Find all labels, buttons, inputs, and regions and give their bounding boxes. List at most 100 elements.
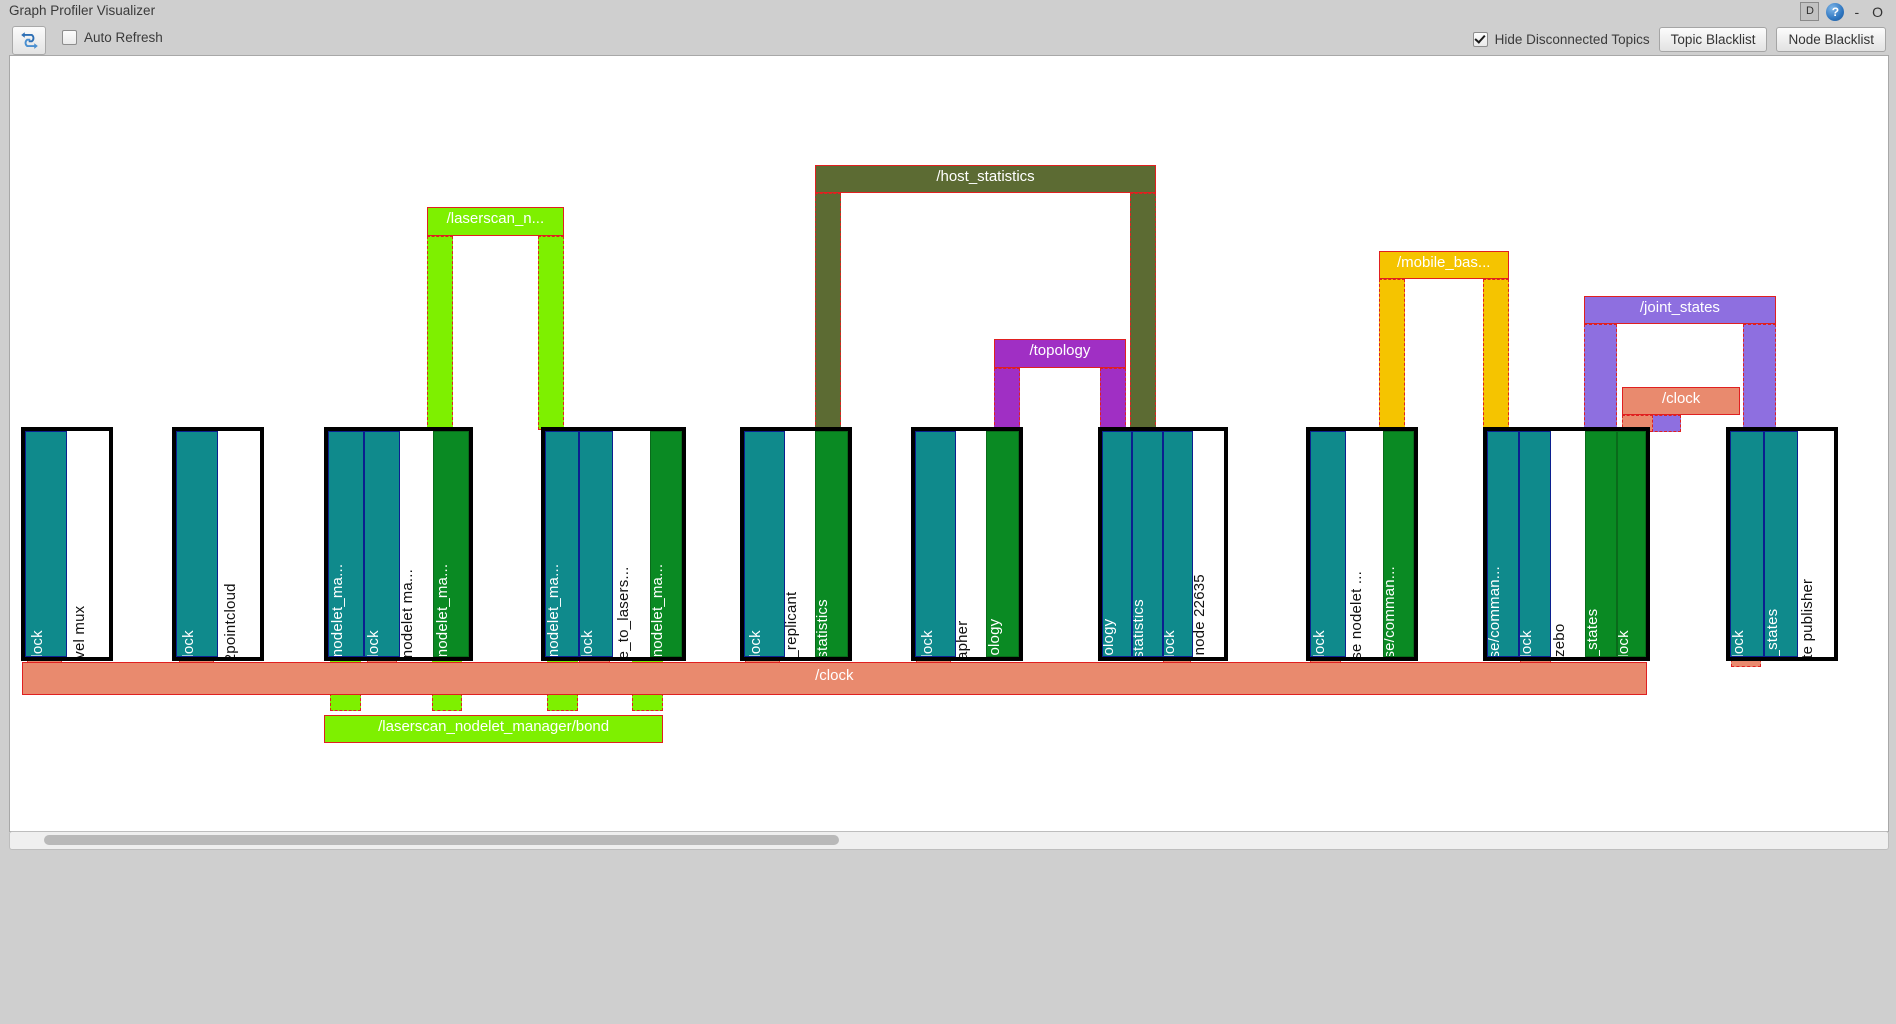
topic-label: /laserscan_nodelet_manager/bond <box>378 718 610 734</box>
port-label: /topology <box>1101 618 1117 656</box>
node-port-out[interactable]: /clock <box>1616 430 1647 657</box>
node-inner: /mobile_base/comman... /clock/gazebo/join… <box>1486 430 1647 657</box>
hide-disconnected-control[interactable]: Hide Disconnected Topics <box>1472 32 1650 47</box>
node-port-body[interactable]: /profiler_replicant <box>785 430 815 657</box>
node-port-body[interactable]: /gazebo <box>1550 430 1585 657</box>
minimize-button[interactable]: - <box>1851 3 1862 21</box>
port-label: /laserscan_nodelet_ma... <box>328 563 346 657</box>
node-port-in[interactable]: /host_statistics <box>1132 430 1163 657</box>
node-port-body[interactable]: /bumper2pointcloud <box>217 430 260 657</box>
auto-refresh-checkbox[interactable] <box>62 30 77 45</box>
auto-refresh-control[interactable]: Auto Refresh <box>62 30 163 45</box>
node-port-in[interactable]: /laserscan_nodelet_ma... <box>545 430 580 657</box>
topic-bar--clock[interactable]: /clock <box>1622 386 1741 416</box>
topic-leg <box>1742 324 1776 431</box>
node-inner: /topology/host_statistics/clock/rqt gui … <box>1101 430 1224 657</box>
node-port-in[interactable]: /laserscan_nodelet_ma... <box>328 430 364 657</box>
node-port-in[interactable]: /clock <box>363 430 400 657</box>
scrollbar-thumb[interactable] <box>44 835 839 845</box>
hide-disconnected-checkbox[interactable] <box>1472 32 1488 47</box>
topic-label: /joint_states <box>1639 299 1720 315</box>
node-port-body[interactable]: /cmd vel mux <box>66 430 109 657</box>
refresh-button[interactable] <box>12 26 46 55</box>
node-inner: /laserscan_nodelet_ma... /clock/depthimag… <box>545 430 682 657</box>
node-port-out[interactable]: /topology <box>986 430 1020 657</box>
node-inner: /clock/mobile base nodelet ... /mobile_ba… <box>1309 430 1414 657</box>
toolbar: Auto Refresh Hide Disconnected Topics To… <box>0 24 1896 55</box>
port-label: /joint_states <box>1763 608 1781 657</box>
port-label: /profiler_replicant <box>785 591 800 657</box>
node-port-body[interactable]: /laserscan nodelet ma... <box>399 430 434 657</box>
node-port-body[interactable]: /rqt gui py node 22635 <box>1192 430 1224 657</box>
graph-node[interactable]: /laserscan_nodelet_ma... /clock/laserscan… <box>324 426 473 661</box>
title-bar: Graph Profiler Visualizer D ? - O <box>0 0 1896 24</box>
port-label: /topology <box>986 618 1003 657</box>
node-port-in[interactable]: /clock <box>1518 430 1551 657</box>
topic-leg <box>426 235 453 431</box>
hide-disconnected-label: Hide Disconnected Topics <box>1494 32 1650 47</box>
node-port-out[interactable]: /host_statistics <box>814 430 849 657</box>
node-port-body[interactable]: /depthimage_to_lasers... <box>613 430 650 657</box>
node-port-in[interactable]: /clock <box>1729 430 1764 657</box>
node-port-in[interactable]: /clock <box>915 430 957 657</box>
horizontal-scrollbar[interactable] <box>9 831 1889 850</box>
topic-leg <box>1100 367 1127 431</box>
node-port-in[interactable]: /topology <box>1101 430 1133 657</box>
node-port-in[interactable]: /clock <box>743 430 785 657</box>
graph-node[interactable]: /clock/bumper2pointcloud <box>171 426 264 661</box>
topic-bar--laserscan-n-[interactable]: /laserscan_n... <box>426 207 564 236</box>
node-port-body[interactable]: /robot state publisher <box>1797 430 1835 657</box>
node-port-in[interactable]: /clock <box>175 430 218 657</box>
auto-refresh-label: Auto Refresh <box>84 30 163 45</box>
page-title: Graph Profiler Visualizer <box>9 3 156 18</box>
node-port-in[interactable]: /clock <box>579 430 614 657</box>
port-label: /depthimage_to_lasers... <box>614 566 632 657</box>
graph-node[interactable]: /clock/profiler_replicant/host_statistic… <box>739 426 853 661</box>
node-port-body[interactable]: /Grapher <box>956 430 987 657</box>
node-port-out[interactable]: /joint_states <box>1584 430 1617 657</box>
node-port-out[interactable]: /mobile_base/comman... <box>1382 430 1414 657</box>
node-port-out[interactable]: /laserscan_nodelet_ma... <box>433 430 469 657</box>
topic-bar--joint-states[interactable]: /joint_states <box>1584 295 1776 325</box>
node-port-in[interactable]: /joint_states <box>1763 430 1798 657</box>
port-label: /clock <box>579 629 597 657</box>
port-label: /laserscan_nodelet_ma... <box>649 563 666 657</box>
node-inner: /clock/bumper2pointcloud <box>175 430 260 657</box>
graph-node[interactable]: /clock/mobile base nodelet ... /mobile_ba… <box>1305 426 1418 661</box>
node-port-in[interactable]: /mobile_base/comman... <box>1486 430 1519 657</box>
graph-canvas[interactable]: /clock/laserscan_n... /laserscan_nodelet_… <box>9 55 1889 832</box>
graph-node[interactable]: /mobile_base/comman... /clock/gazebo/join… <box>1482 426 1651 661</box>
port-label: /Grapher <box>956 620 972 656</box>
node-blacklist-button[interactable]: Node Blacklist <box>1776 27 1886 52</box>
help-icon[interactable]: ? <box>1826 2 1845 21</box>
topic-blacklist-button[interactable]: Topic Blacklist <box>1658 27 1768 52</box>
node-port-in[interactable]: /clock <box>1309 430 1347 657</box>
graph-node[interactable]: /clock/cmd vel mux <box>20 426 113 661</box>
graph-node[interactable]: /topology/host_statistics/clock/rqt gui … <box>1097 426 1228 661</box>
graph-node[interactable]: /clock/Grapher/topology <box>911 426 1024 661</box>
topic-leg <box>1584 324 1618 431</box>
graph-node[interactable]: /laserscan_nodelet_ma... /clock/depthimag… <box>541 426 686 661</box>
port-label: /bumper2pointcloud <box>221 582 239 657</box>
node-inner: /clock/Grapher/topology <box>915 430 1020 657</box>
topic-bar--mobile-bas-[interactable]: /mobile_bas... <box>1378 250 1509 280</box>
port-label: /clock <box>1616 629 1632 656</box>
node-port-out[interactable]: /laserscan_nodelet_ma... <box>649 430 682 657</box>
topic-bar--topology[interactable]: /topology <box>993 339 1127 368</box>
port-label: /laserscan nodelet ma... <box>399 568 417 657</box>
topic-bar--laserscan-nodelet-manager-bond[interactable]: /laserscan_nodelet_manager/bond <box>324 714 664 744</box>
port-label: /gazebo <box>1550 623 1568 657</box>
node-port-body[interactable]: /mobile base nodelet ... <box>1346 430 1383 657</box>
graph-node[interactable]: /clock/joint_states/robot state publishe… <box>1725 426 1839 661</box>
topic-bar--host-statistics[interactable]: /host_statistics <box>815 164 1156 193</box>
topic-label: /mobile_bas... <box>1397 254 1491 270</box>
port-label: /clock <box>1518 629 1535 657</box>
topic-leg <box>1129 192 1156 431</box>
node-port-in[interactable]: /clock <box>24 430 67 657</box>
maximize-button[interactable]: O <box>1869 3 1886 21</box>
topic-leg <box>1378 279 1405 431</box>
dock-badge[interactable]: D <box>1800 2 1820 21</box>
node-port-in[interactable]: /clock <box>1162 430 1193 657</box>
port-label: /rqt gui py node 22635 <box>1192 573 1209 657</box>
topic-bar--clock[interactable]: /clock <box>21 661 1647 695</box>
